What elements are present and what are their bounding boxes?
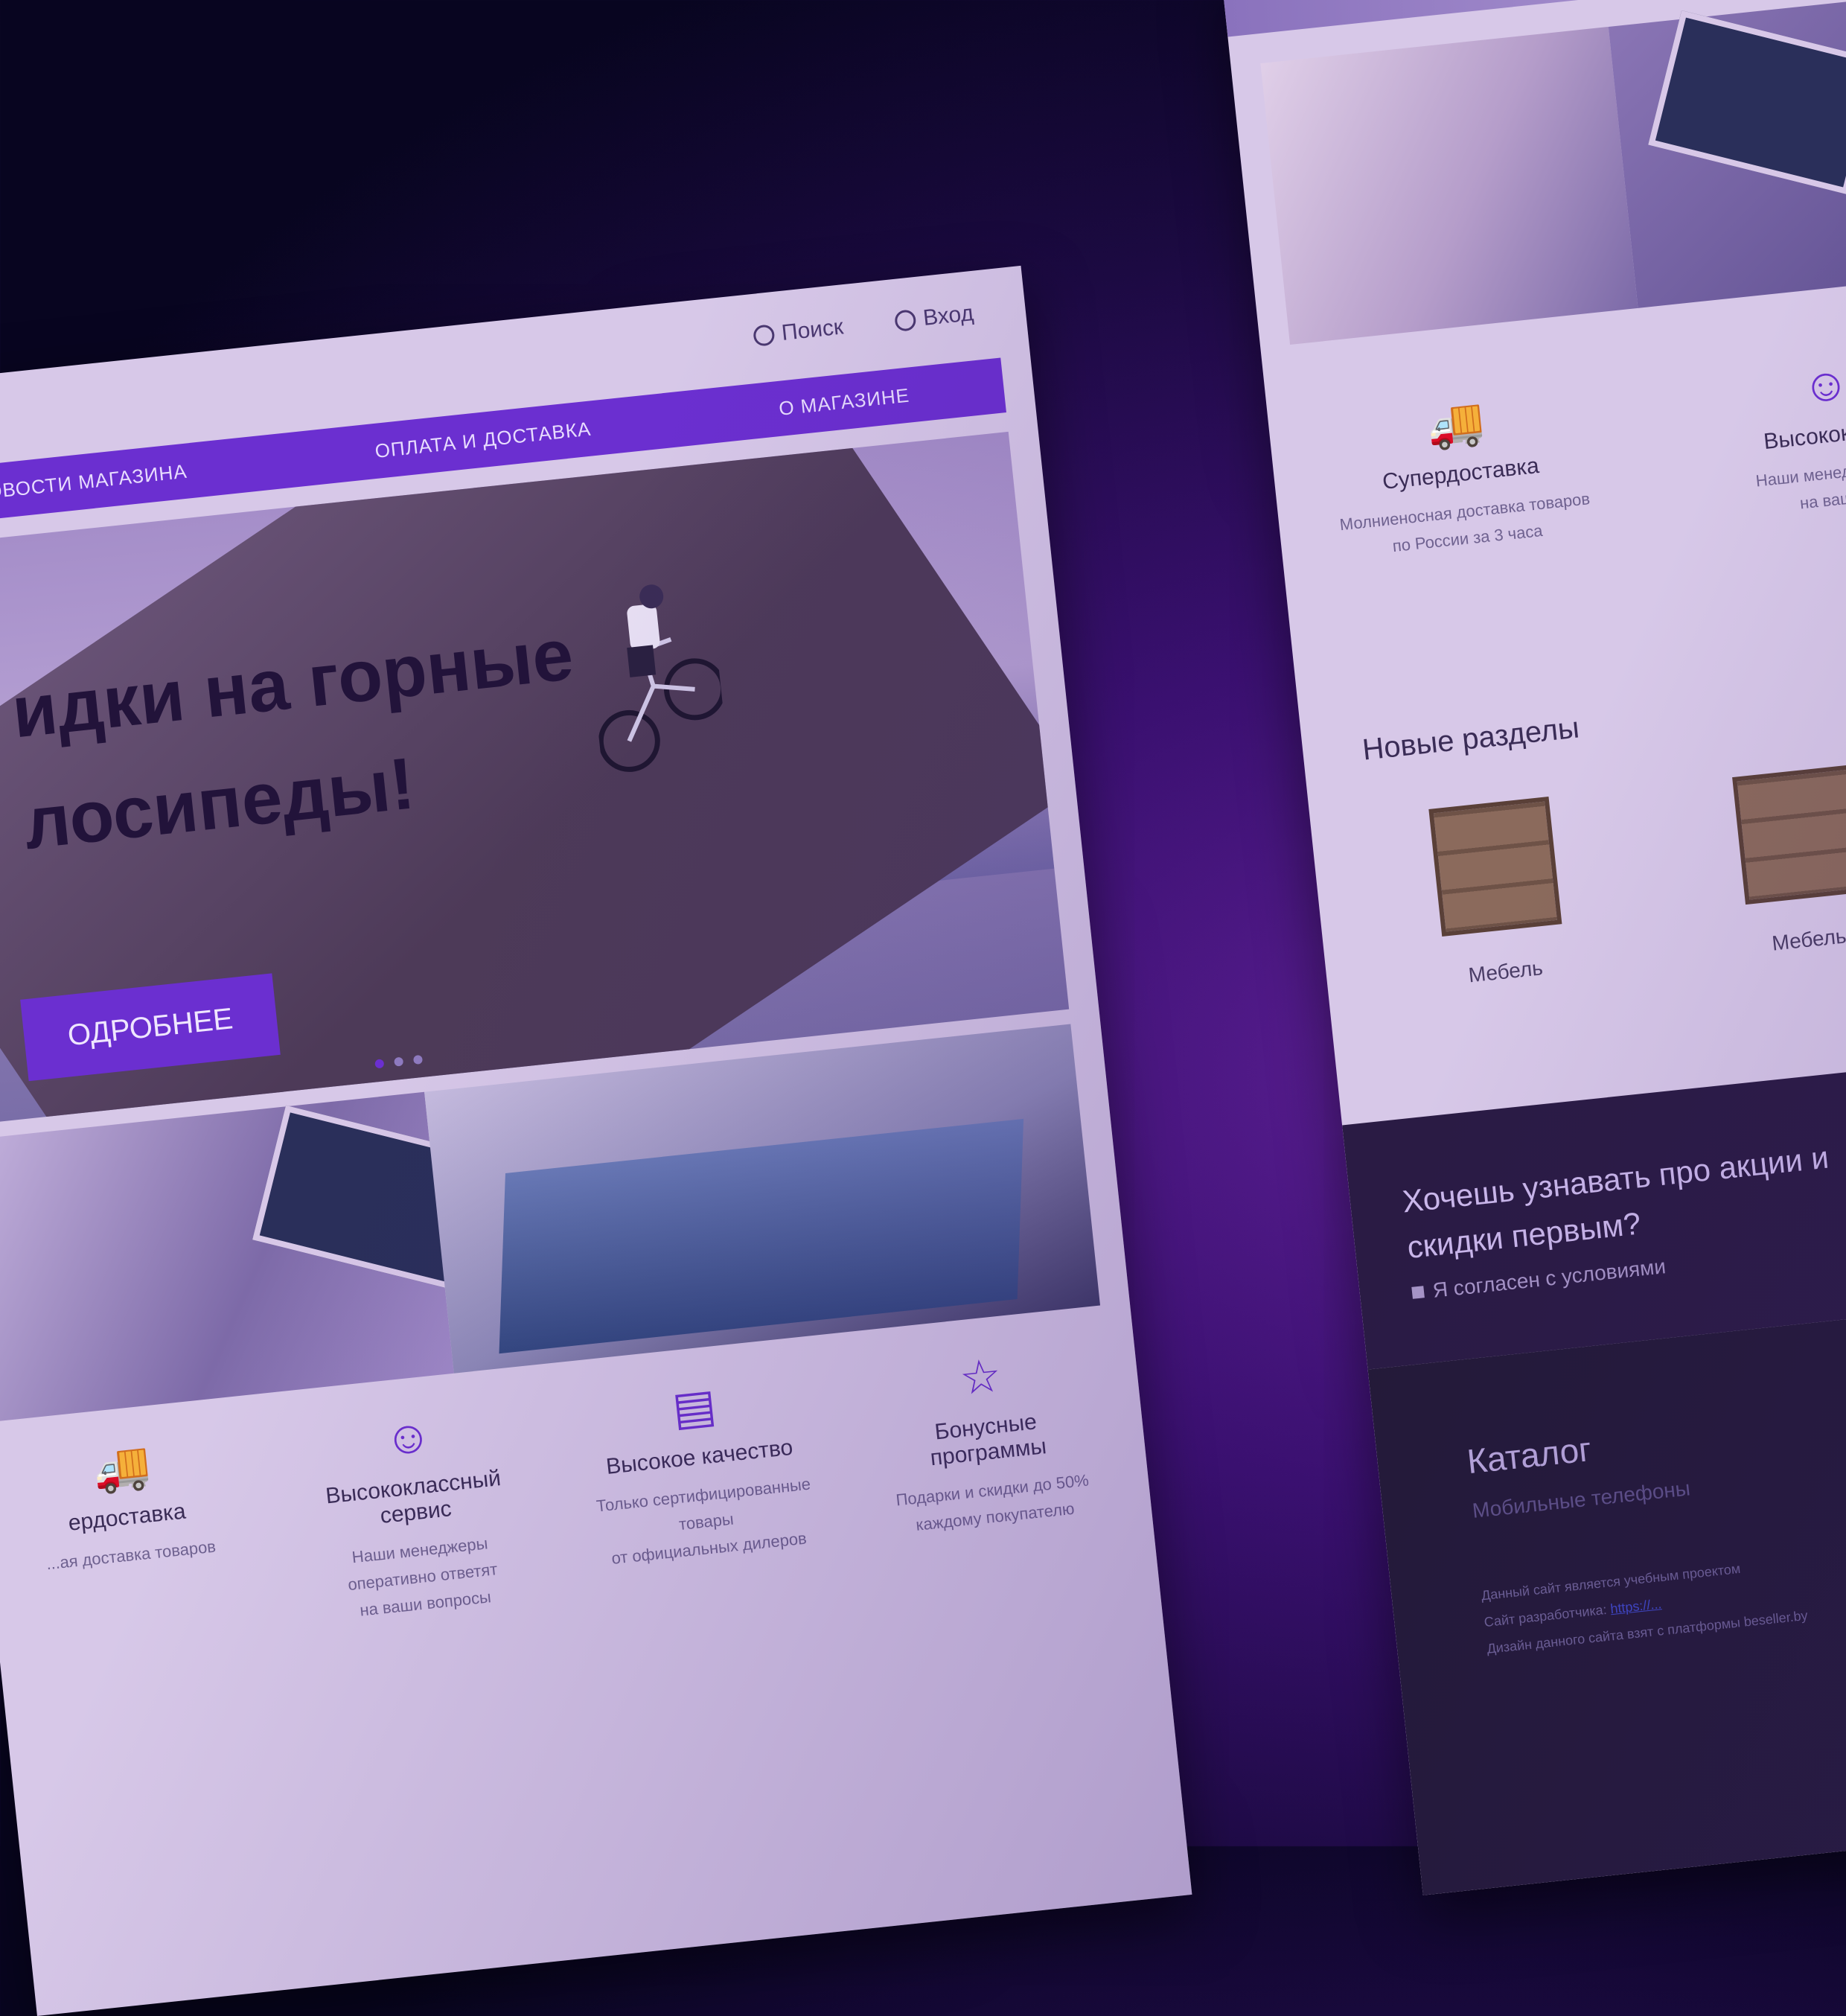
footer-notes: Данный сайт является учебным проектом Са… — [1480, 1513, 1846, 1662]
laptop-image — [1648, 10, 1846, 195]
login-link[interactable]: Вход — [894, 301, 975, 334]
slider-dot[interactable] — [374, 1059, 385, 1069]
section-title: Новые разделы — [1361, 711, 1581, 767]
feature-desc: Только сертифицированные товары от официа… — [595, 1474, 812, 1568]
feature-delivery: 🚚 Супердоставка Молниеносная доставка то… — [1312, 380, 1609, 567]
promo-banners — [1260, 0, 1846, 345]
nav-item-news[interactable]: НОВОСТИ МАГАЗИНА — [0, 459, 188, 505]
slider-dot[interactable] — [394, 1056, 404, 1067]
banner-kids[interactable] — [1260, 26, 1638, 345]
category-name: Мебель — [1770, 924, 1846, 955]
shelf-icon — [1428, 797, 1562, 937]
feature-bonus: ☆ Бонусные программы Подарки и скидки до… — [866, 1336, 1111, 1569]
category-name: Мебель — [1467, 956, 1545, 987]
shelf-icon — [1732, 765, 1846, 905]
banner-dishwasher[interactable] — [424, 1024, 1101, 1374]
feature-service: ☺ Высококлассный сервис Наши менеджеры о… — [294, 1397, 538, 1629]
page-screenshot-main: Поиск Вход НОВОСТИ МАГАЗИНА ОПЛАТА И ДОС… — [0, 265, 1192, 2016]
user-icon — [894, 309, 917, 332]
banner-kids-laptop[interactable] — [0, 1091, 485, 1424]
category-list: Мебель Мебель — [1428, 765, 1846, 989]
developer-link[interactable]: https://... — [1609, 1596, 1662, 1616]
checkbox-icon[interactable] — [1411, 1286, 1425, 1299]
feature-service: ☺ Высококласс Наши менеджеры опна ваши в — [1682, 341, 1846, 528]
smile-icon: ☺ — [1799, 357, 1846, 414]
search-label: Поиск — [780, 314, 845, 345]
dishwasher-image — [499, 1118, 1023, 1354]
subscribe-block: Хочешь узнавать про акции и скидки первым… — [1342, 1047, 1846, 1370]
top-bar: Поиск Вход — [752, 301, 975, 349]
login-label: Вход — [922, 301, 975, 331]
search-link[interactable]: Поиск — [752, 314, 845, 348]
footer-note: Данный сайт является учебным проектом — [1481, 1560, 1742, 1604]
hero-slider: идки на горные лосипеды! ОДРОБНЕЕ — [0, 431, 1070, 1128]
footer-note: Сайт разработчика: — [1483, 1601, 1608, 1630]
features-row: 🚚 Супердоставка Молниеносная доставка то… — [1312, 336, 1846, 567]
nav-item-payment[interactable]: ОПЛАТА И ДОСТАВКА — [374, 417, 592, 462]
feature-desc: Наши менеджеры оперативно ответят на ваши… — [347, 1534, 499, 1620]
page-screenshot-secondary: 🚚 Супердоставка Молниеносная доставка то… — [1221, 0, 1846, 1895]
cyclist-image — [598, 584, 726, 772]
footer: Каталог Мобильные телефоны Данный сайт я… — [1367, 1292, 1846, 1895]
feature-desc: Подарки и скидки до 50% каждому покупател… — [895, 1470, 1090, 1534]
banner-laptop[interactable] — [1608, 0, 1846, 308]
feature-quality: ▤ Высокое качество Только сертифицирован… — [580, 1367, 824, 1599]
category-card[interactable]: Мебель — [1428, 797, 1566, 989]
nav-item-about[interactable]: О МАГАЗИНЕ — [778, 383, 911, 420]
search-icon — [752, 324, 776, 347]
category-card[interactable]: Мебель — [1732, 765, 1846, 957]
feature-delivery: 🚚 ердоставка ...ая доставка товаров — [7, 1427, 252, 1659]
slider-dot[interactable] — [412, 1054, 424, 1065]
